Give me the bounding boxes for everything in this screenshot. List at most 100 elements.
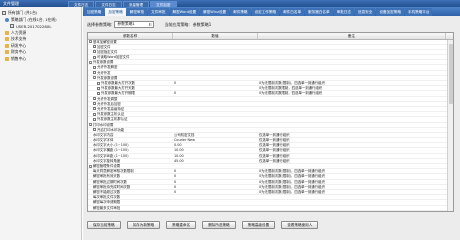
param-value-cell[interactable] [173, 55, 258, 59]
view-strategy-users-button[interactable]: 查看策略使用人 [281, 221, 319, 229]
module-tab[interactable]: 解密Winz设置 [200, 8, 230, 16]
module-tab[interactable]: 信息安全 [354, 8, 376, 16]
param-value-cell[interactable] [173, 71, 258, 75]
param-value-cell[interactable] [173, 195, 258, 199]
save-as-new-strategy-button[interactable]: 另存为新策略 [126, 221, 161, 229]
checkbox[interactable] [97, 81, 100, 85]
vertical-scrollbar[interactable] [447, 40, 453, 211]
param-name-cell: 每天同意解密审核次数限制 [88, 169, 173, 173]
folder-icon [5, 43, 9, 48]
checkbox[interactable] [93, 50, 96, 54]
param-value-cell[interactable] [173, 45, 258, 49]
param-value-cell[interactable] [173, 60, 258, 64]
checkbox[interactable] [97, 86, 100, 90]
param-name-cell: 解密审批过期时间次数 [88, 180, 173, 184]
param-note-cell [258, 102, 446, 106]
collapse-icon[interactable]: - [89, 60, 92, 64]
module-tab[interactable]: 加密策略 [105, 8, 126, 16]
module-tab[interactable]: 手机策略平台 [404, 8, 433, 16]
param-name: 每天同意解密审核次数限制 [93, 169, 134, 174]
module-tab[interactable]: 解密Word设置 [169, 8, 200, 16]
checkbox[interactable] [93, 71, 96, 75]
checkbox[interactable] [93, 45, 96, 49]
param-value-cell[interactable] [173, 76, 258, 80]
param-value-cell[interactable]: 45.00 [173, 159, 258, 163]
group-icon [5, 17, 9, 22]
param-value-cell[interactable] [173, 112, 258, 116]
param-name-cell: 外发参数最大打开天数 [88, 86, 173, 90]
param-value-cell[interactable] [173, 117, 258, 121]
checkbox[interactable] [97, 91, 100, 95]
collapse-icon[interactable]: - [93, 76, 96, 80]
collapse-icon[interactable]: - [89, 123, 92, 127]
param-value-cell[interactable]: 公司机密文档 [173, 133, 258, 137]
checkbox[interactable] [93, 97, 96, 101]
param-name-cell: 外发参数最大打开次数 [88, 81, 173, 85]
param-value-cell[interactable]: 10.00 [173, 154, 258, 158]
strategy-select[interactable]: 参数策略1 [114, 21, 155, 28]
collapse-icon[interactable]: - [89, 164, 92, 168]
checkbox[interactable] [93, 128, 96, 132]
tree-item[interactable]: 销售中心 [2, 56, 81, 63]
param-value-cell[interactable] [173, 102, 258, 106]
table-row[interactable]: 解密最多文件审批 [88, 206, 453, 211]
param-value-cell[interactable] [173, 50, 258, 54]
param-name-cell: - 外发参数设置 [88, 76, 173, 80]
checkbox[interactable] [93, 112, 96, 116]
param-value-cell[interactable] [173, 123, 258, 127]
param-name-cell: 解密最多文件审批 [88, 206, 173, 210]
strategy-select-value: 参数策略1 [117, 21, 135, 27]
module-tab[interactable]: 设备加密策略 [376, 8, 404, 16]
tree-item-label: 技术支持 [11, 36, 27, 42]
module-tab[interactable]: 文件审批 [148, 8, 169, 16]
module-tab[interactable]: 邮件策略 [230, 8, 251, 16]
param-value-cell[interactable] [173, 206, 258, 210]
save-current-strategy-button[interactable]: 保存当前策略 [87, 221, 121, 229]
param-value-cell[interactable] [173, 86, 258, 90]
param-value-cell[interactable]: 0 [173, 180, 258, 184]
module-tab[interactable]: 服务器白名单 [305, 8, 333, 16]
param-note-cell: 仅选单一到通行组织 [259, 138, 290, 143]
checkbox[interactable] [93, 107, 96, 111]
param-value-cell[interactable] [173, 200, 258, 204]
checkbox[interactable] [93, 65, 96, 69]
param-name-cell: 加密指定文件 [88, 50, 173, 54]
param-name-cell: 水印文字横距 (1~100) [88, 148, 173, 152]
param-value-cell[interactable] [173, 164, 258, 168]
param-name-cell: 水印文字内容 [88, 133, 173, 137]
param-value-cell[interactable]: 0.00 [173, 143, 258, 147]
param-value-cell[interactable]: 0 [173, 169, 258, 173]
param-value-cell[interactable]: 0 [173, 81, 258, 85]
module-tab[interactable]: 邮件白名单 [280, 8, 305, 16]
param-note-cell: 0为无限制次数(限制)，四选单一到通行组织 [259, 174, 325, 179]
param-name-cell: 解密审批待完成时间次数 [88, 185, 173, 189]
module-tab[interactable]: 解密审批 [126, 8, 148, 16]
param-value-cell[interactable]: 0 [173, 185, 258, 189]
param-value-cell[interactable]: Courier New [173, 138, 258, 142]
param-value-cell[interactable] [173, 40, 258, 44]
param-name: 解密审批过期时间次数 [93, 179, 127, 184]
param-note-cell [258, 40, 446, 44]
scrollbar-thumb[interactable] [449, 44, 453, 104]
module-tab[interactable]: 审批日志 [333, 8, 354, 16]
param-value-cell[interactable]: 10.00 [173, 148, 258, 152]
param-value-cell[interactable]: 0 [173, 91, 258, 95]
checkbox[interactable] [93, 55, 96, 59]
delete-strategy-button[interactable]: 删除所选策略 [202, 221, 236, 229]
module-tab[interactable]: 加密策略 [84, 8, 105, 16]
rename-strategy-button[interactable]: 策略重命名 [166, 221, 197, 229]
checkbox[interactable] [93, 117, 96, 121]
param-note-cell [258, 128, 446, 132]
param-name: 允许外发后加密 [97, 101, 121, 106]
param-value-cell[interactable] [173, 65, 258, 69]
param-value-cell[interactable] [173, 128, 258, 132]
strategy-advanced-settings-button[interactable]: 策略高级设置 [241, 221, 276, 229]
param-value-cell[interactable]: 0 [173, 190, 258, 194]
param-name-cell: - 打印水印设置 [88, 123, 173, 127]
param-value-cell[interactable]: 0 [173, 174, 258, 178]
module-tab[interactable]: 设定工作策略 [251, 8, 280, 16]
param-value-cell[interactable] [173, 107, 258, 111]
checkbox[interactable] [93, 102, 96, 106]
param-value-cell[interactable] [173, 97, 258, 101]
collapse-icon[interactable]: - [89, 40, 92, 44]
